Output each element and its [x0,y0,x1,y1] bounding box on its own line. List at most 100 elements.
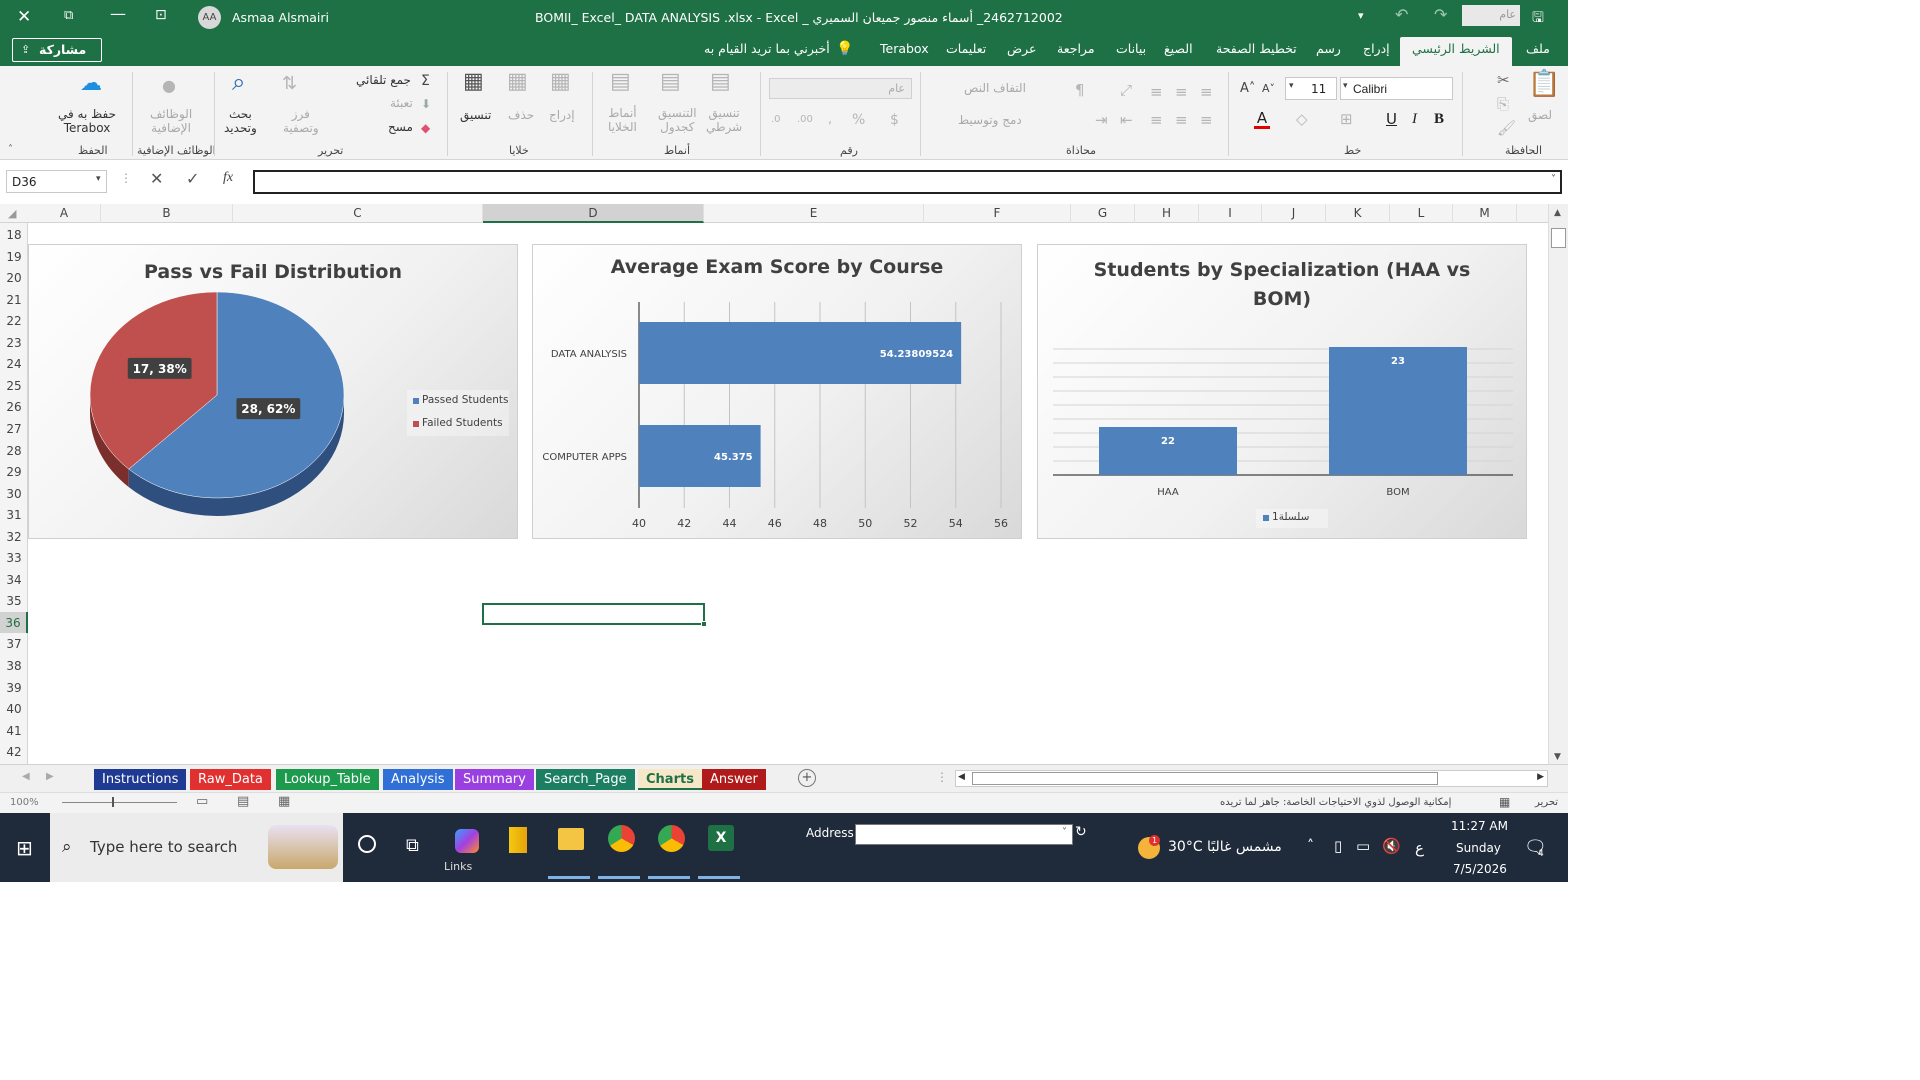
row-header[interactable]: 22 [0,310,28,332]
cell-styles-button[interactable]: أنماط الخلايا [608,106,637,134]
tab-draw[interactable]: رسم [1316,41,1341,56]
column-header[interactable]: J [1262,204,1326,223]
minimize-icon[interactable]: — [110,4,126,23]
links-label[interactable]: Links [444,860,472,873]
insert-function-icon[interactable]: fx [223,170,233,186]
copilot-icon[interactable] [455,829,479,853]
conditional-format-button[interactable]: تنسيق شرطي [706,106,742,134]
column-header[interactable]: K [1326,204,1390,223]
row-header[interactable]: 33 [0,547,28,569]
sheet-tab-summary[interactable]: Summary [455,769,534,790]
windows-start-icon[interactable]: ⊞ [16,836,33,860]
column-header[interactable]: E [704,204,924,223]
font-name-select[interactable]: Calibri ▾ [1340,77,1453,100]
sheet-tab-raw-data[interactable]: Raw_Data [190,769,271,790]
clock-day[interactable]: Sunday [1456,841,1501,855]
row-header[interactable]: 39 [0,677,28,699]
accessibility-status[interactable]: إمكانية الوصول لذوي الاحتياجات الخاصة: ج… [1220,797,1451,808]
format-button[interactable]: تنسيق [460,108,491,122]
sort-filter-button[interactable]: فرز وتصفية [283,107,319,135]
fill-button[interactable]: تعبئة [390,96,413,110]
wrap-text-button[interactable]: التفاف النص [964,81,1026,95]
zoom-slider[interactable] [62,802,177,803]
formula-input[interactable]: ˅ [253,170,1562,194]
scroll-left-icon[interactable]: ◀ [958,772,965,782]
bold-icon[interactable]: B [1434,111,1444,127]
merge-center-button[interactable]: دمج وتوسيط [958,113,1022,127]
column-header[interactable]: F [924,204,1071,223]
tab-review[interactable]: مراجعة [1057,41,1095,56]
number-format-select[interactable]: عام [769,78,912,99]
align-right-icon[interactable]: ≡ [1200,112,1213,128]
share-button[interactable]: ⇪ مشاركة [12,38,102,62]
comma-icon[interactable]: , [828,112,832,128]
zoom-thumb[interactable] [112,797,114,807]
tab-data[interactable]: بيانات [1116,41,1146,56]
borders-icon[interactable]: ⊞ [1340,111,1353,127]
addins-button[interactable]: الوظائف الإضافية [150,107,192,135]
close-icon[interactable]: ✕ [17,7,31,27]
chrome-icon[interactable] [658,825,685,852]
qat-style-box[interactable]: عام [1462,5,1520,26]
align-top-icon[interactable]: ≡ [1150,84,1163,100]
cancel-entry-icon[interactable]: ✕ [150,169,163,188]
excel-icon[interactable]: X [708,825,734,851]
row-header[interactable]: 19 [0,246,28,268]
splitter-icon[interactable]: ⋮ [936,770,948,784]
restore-icon[interactable]: ⧉ [64,8,73,23]
name-box[interactable]: D36 ▾ [6,170,107,193]
row-header[interactable]: 24 [0,353,28,375]
next-sheet-icon[interactable]: ▶ [46,771,54,782]
tab-insert[interactable]: إدراج [1363,41,1390,56]
save-terabox-button[interactable]: حفظ به في Terabox [58,107,116,135]
increase-decimal-icon[interactable]: .00 [797,112,813,128]
chevron-down-icon[interactable]: ˅ [1062,827,1067,838]
row-header[interactable]: 27 [0,418,28,440]
column-header[interactable]: H [1135,204,1199,223]
format-painter-icon[interactable]: 🖌 [1497,120,1516,136]
sheet-tab-analysis[interactable]: Analysis [383,769,453,790]
column-header[interactable]: I [1199,204,1262,223]
save-icon[interactable]: 🖫 [1532,7,1544,31]
format-as-table-button[interactable]: التنسيق كجدول [658,106,697,134]
row-header[interactable]: 18 [0,224,28,246]
row-header[interactable]: 26 [0,396,28,418]
add-sheet-icon[interactable]: + [798,769,816,787]
column-header[interactable]: B [101,204,233,223]
scroll-up-icon[interactable]: ▲ [1554,208,1561,218]
file-explorer-icon[interactable] [558,828,584,850]
indent-icon[interactable]: ⇥ [1095,112,1108,128]
tab-help[interactable]: تعليمات [946,41,986,56]
clock-time[interactable]: 11:27 AM [1451,819,1508,833]
align-left-icon[interactable]: ≡ [1150,112,1163,128]
qat-customize-icon[interactable]: ▾ [1358,9,1364,22]
row-header[interactable]: 35 [0,590,28,612]
row-header[interactable]: 34 [0,569,28,591]
underline-icon[interactable]: U [1386,111,1397,127]
chart-specialization[interactable]: Students by Specialization (HAA vs BOM) … [1037,244,1527,539]
sheet-tab-lookup-table[interactable]: Lookup_Table [276,769,379,790]
task-view-icon[interactable]: ⧉ [406,835,419,856]
chart-pass-fail[interactable]: Pass vs Fail Distribution 28, 62% 17, 38%… [28,244,518,539]
currency-icon[interactable]: $ [890,112,899,128]
tab-file[interactable]: ملف [1526,41,1550,56]
select-all-icon[interactable]: ◢ [8,207,16,220]
column-header[interactable]: M [1453,204,1517,223]
row-header[interactable]: 21 [0,289,28,311]
column-header[interactable]: A [28,204,101,223]
fill-handle[interactable] [701,621,707,627]
powerbi-icon[interactable] [509,827,527,853]
address-input[interactable]: ˅ [855,824,1073,845]
font-color-icon[interactable]: A [1254,110,1270,129]
row-header[interactable]: 40 [0,698,28,720]
taskbar-search-box[interactable]: ⌕ Type here to search [50,813,343,882]
row-header[interactable]: 32 [0,526,28,548]
text-direction-icon[interactable]: ¶ [1075,82,1085,98]
page-layout-view-icon[interactable]: ▭ [196,794,208,809]
row-header[interactable]: 25 [0,375,28,397]
clear-button[interactable]: مسح [388,120,413,134]
tab-terabox[interactable]: Terabox [880,41,929,56]
chrome-icon[interactable] [608,825,635,852]
active-cell[interactable] [482,603,707,627]
tab-home[interactable]: الشريط الرئيسي [1400,37,1512,66]
